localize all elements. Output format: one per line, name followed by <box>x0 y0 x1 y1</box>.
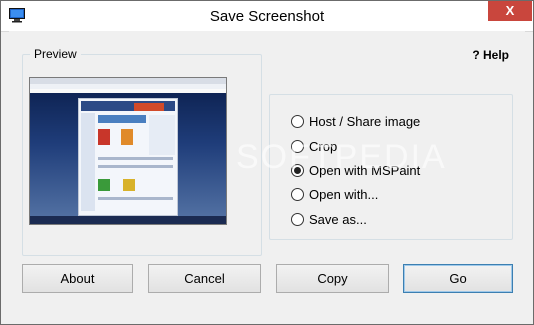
window-title: Save Screenshot <box>209 8 325 25</box>
option-save-as[interactable]: Save as... <box>291 210 367 228</box>
option-crop[interactable]: Crop <box>291 137 337 155</box>
title-bar[interactable]: Save Screenshot X <box>1 1 533 32</box>
go-button[interactable]: Go <box>403 264 513 293</box>
option-label: Crop <box>309 138 338 154</box>
preview-label: Preview <box>30 47 81 61</box>
option-host-share[interactable]: Host / Share image <box>291 112 420 130</box>
option-open-with[interactable]: Open with... <box>291 185 378 203</box>
radio-selected-icon[interactable] <box>291 163 304 177</box>
option-open-mspaint[interactable]: Open with MSPaint <box>291 161 420 179</box>
about-button[interactable]: About <box>22 264 133 293</box>
save-screenshot-window: Save Screenshot X Preview ? Help Host / … <box>0 0 534 325</box>
action-options-group: Host / Share image Crop Open with MSPain… <box>269 94 513 240</box>
option-label: Host / Share image <box>309 113 421 129</box>
option-label: Open with... <box>309 186 379 202</box>
dialog-body: Preview ? Help Host / Share image Crop O… <box>9 31 525 316</box>
radio-icon[interactable] <box>291 212 304 226</box>
radio-icon[interactable] <box>291 187 304 201</box>
option-label: Save as... <box>309 211 367 227</box>
cancel-button[interactable]: Cancel <box>148 264 261 293</box>
radio-icon[interactable] <box>291 139 304 153</box>
option-label: Open with MSPaint <box>309 162 421 178</box>
copy-button[interactable]: Copy <box>276 264 389 293</box>
radio-icon[interactable] <box>291 114 304 128</box>
screenshot-preview-image <box>29 77 227 225</box>
close-button[interactable]: X <box>488 1 532 21</box>
help-link[interactable]: ? Help <box>472 48 509 62</box>
